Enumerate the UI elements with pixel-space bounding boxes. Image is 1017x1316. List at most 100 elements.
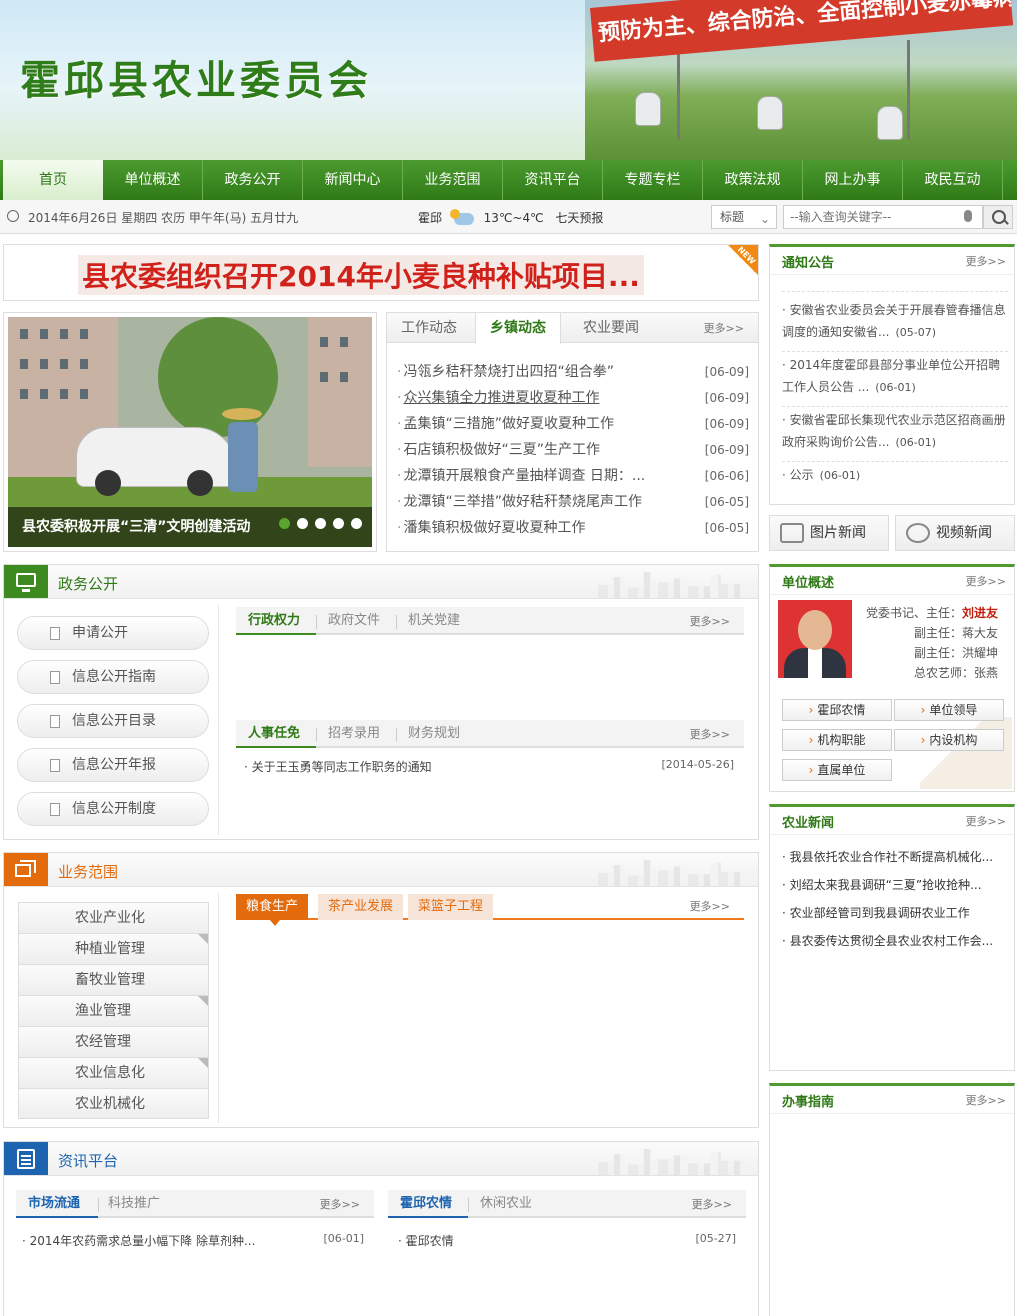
guide-more-link[interactable]: 更多>> [966, 1092, 1006, 1108]
forecast-link[interactable]: 七天预报 [555, 211, 603, 225]
leader-row: 党委书记、主任：刘进友 [865, 606, 998, 620]
microphone-icon[interactable] [964, 210, 972, 222]
farm-worker [635, 92, 661, 126]
tab-grain-production[interactable]: 粮食生产 [236, 894, 309, 920]
agri-more-link[interactable]: 更多>> [692, 1196, 732, 1212]
list-item[interactable]: · 2014年农药需求总量小幅下降 除草剂种... [06-01] [22, 1232, 364, 1249]
nav-info-platform[interactable]: 资讯平台 [503, 160, 603, 200]
news-item[interactable]: · 潘集镇积极做好夏收夏种工作 [06-05] [397, 515, 749, 541]
slide-dot[interactable] [297, 518, 308, 529]
tab-town-news[interactable]: 乡镇动态 [475, 313, 561, 344]
leader-portrait [778, 600, 852, 678]
tab-appointments[interactable]: 人事任免 [248, 720, 300, 748]
disclosure-catalog-button[interactable]: 信息公开目录 [17, 704, 209, 738]
video-news-button[interactable]: 视频新闻 [895, 515, 1015, 551]
weather-city: 霍邱 [418, 211, 443, 225]
notice-item[interactable]: · 公示 (06-01) [782, 464, 1012, 487]
panel-header: 政务公开 [4, 565, 758, 599]
nav-topics[interactable]: 专题专栏 [603, 160, 703, 200]
news-item[interactable]: · 众兴集镇全力推进夏收夏种工作 [06-09] [397, 385, 749, 411]
unit-more-link[interactable]: 更多>> [966, 573, 1006, 589]
news-item[interactable]: · 我县依托农业合作社不断提高机械化... [782, 848, 1007, 865]
tab-market[interactable]: 市场流通 [28, 1190, 80, 1218]
main-nav: 首页 单位概述 政务公开 新闻中心 业务范围 资讯平台 专题专栏 政策法规 网上… [0, 160, 1017, 200]
news-item[interactable]: · 龙潭镇开展粮食产量抽样调查 日期：... [06-06] [397, 463, 749, 489]
gov-more-link-2[interactable]: 更多>> [690, 726, 730, 742]
list-item[interactable]: · 关于王玉勇等同志工作职务的通知 [2014-05-26] [244, 758, 734, 775]
menu-planting[interactable]: 种植业管理 [18, 933, 209, 964]
tab-finance[interactable]: 财务规划 [408, 720, 460, 748]
nav-news-center[interactable]: 新闻中心 [303, 160, 403, 200]
nav-policy[interactable]: 政策法规 [703, 160, 803, 200]
photo-news-button[interactable]: 图片新闻 [769, 515, 889, 551]
menu-fishery[interactable]: 渔业管理 [18, 995, 209, 1026]
nav-gov-affairs[interactable]: 政务公开 [203, 160, 303, 200]
slide-dot[interactable] [279, 518, 290, 529]
tab-party-building[interactable]: 机关党建 [408, 607, 460, 635]
tab-recruitment[interactable]: 招考录用 [328, 720, 380, 748]
news-more-link[interactable]: 更多>> [704, 320, 744, 336]
document-icon [50, 671, 60, 684]
tab-vegetable-basket[interactable]: 菜篮子工程 [408, 894, 494, 920]
headline-text[interactable]: 县农委组织召开2014年小麦良种补贴项目... [78, 255, 644, 295]
search-button[interactable] [983, 205, 1013, 229]
notice-box: 通知公告 更多>> · 安徽省农业委员会关于开展春管春播信息调度的通知安徽省..… [769, 244, 1015, 505]
slide-dot[interactable] [315, 518, 326, 529]
link-internal-org[interactable]: › 内设机构 [894, 729, 1004, 751]
windows-icon [4, 853, 48, 886]
menu-agri-informatization[interactable]: 农业信息化 [18, 1057, 209, 1088]
notice-item[interactable]: · 2014年度霍邱县部分事业单位公开招聘工作人员公告 ... (06-01) [782, 354, 1012, 399]
site-header: 预防为主、综合防治、全面控制小麦赤霉病发生。 霍邱县农业委员会 [0, 0, 1017, 160]
tab-admin-power[interactable]: 行政权力 [248, 607, 300, 635]
disclosure-guide-button[interactable]: 信息公开指南 [17, 660, 209, 694]
news-item[interactable]: · 石店镇积极做好“三夏”生产工作 [06-09] [397, 437, 749, 463]
tab-huoqiu-agri[interactable]: 霍邱农情 [400, 1190, 452, 1218]
news-item[interactable]: · 县农委传达贯彻全县农业农村工作会... [782, 932, 1007, 949]
search-input[interactable] [783, 205, 983, 229]
news-item[interactable]: · 农业部经管司到我县调研农业工作 [782, 904, 1007, 921]
link-functions[interactable]: › 机构职能 [782, 729, 892, 751]
news-tabbar: 工作动态 乡镇动态 农业要闻 更多>> [387, 313, 758, 344]
menu-livestock[interactable]: 畜牧业管理 [18, 964, 209, 995]
news-item[interactable]: · 孟集镇“三措施”做好夏收夏种工作 [06-09] [397, 411, 749, 437]
link-affiliated-units[interactable]: › 直属单位 [782, 759, 892, 781]
chevron-down-icon: ⌄ [759, 212, 770, 226]
news-item[interactable]: · 龙潭镇“三举措”做好秸秆禁烧尾声工作 [06-05] [397, 489, 749, 515]
notice-more-link[interactable]: 更多>> [966, 253, 1006, 269]
list-item[interactable]: · 霍邱农情 [05-27] [398, 1232, 736, 1249]
slide-dot[interactable] [333, 518, 344, 529]
nav-home[interactable]: 首页 [3, 160, 103, 200]
link-unit-leaders[interactable]: › 单位领导 [894, 699, 1004, 721]
photo-slideshow: 县农委积极开展“三清”文明创建活动 [3, 312, 377, 552]
disclosure-annual-report-button[interactable]: 信息公开年报 [17, 748, 209, 782]
nav-business[interactable]: 业务范围 [403, 160, 503, 200]
tab-tea-industry[interactable]: 茶产业发展 [318, 894, 404, 920]
nav-unit-overview[interactable]: 单位概述 [103, 160, 203, 200]
search-type-select[interactable]: 标题 ⌄ [711, 205, 777, 229]
menu-agri-economy[interactable]: 农经管理 [18, 1026, 209, 1057]
news-item[interactable]: · 冯瓴乡秸秆禁烧打出四招“组合拳” [06-09] [397, 359, 749, 385]
nav-interaction[interactable]: 政民互动 [903, 160, 1003, 200]
headline-banner[interactable]: 县农委组织召开2014年小麦良种补贴项目... NEW [3, 244, 759, 301]
tab-gov-docs[interactable]: 政府文件 [328, 607, 380, 635]
tab-leisure-agri[interactable]: 休闲农业 [480, 1190, 532, 1218]
slide-image[interactable]: 县农委积极开展“三清”文明创建活动 [8, 317, 372, 547]
nav-online-service[interactable]: 网上办事 [803, 160, 903, 200]
menu-agri-mechanization[interactable]: 农业机械化 [18, 1088, 209, 1119]
menu-agri-industrialization[interactable]: 农业产业化 [18, 902, 209, 933]
slide-dot[interactable] [351, 518, 362, 529]
apply-disclosure-button[interactable]: 申请公开 [17, 616, 209, 650]
news-item[interactable]: · 刘绍太来我县调研“三夏”抢收抢种... [782, 876, 1007, 893]
business-more-link[interactable]: 更多>> [690, 898, 730, 914]
tab-tech-promotion[interactable]: 科技推广 [108, 1190, 160, 1218]
notice-item[interactable]: · 安徽省霍邱长集现代农业示范区招商画册政府采购询价公告... (06-01) [782, 409, 1012, 454]
link-huoqiu-agri[interactable]: › 霍邱农情 [782, 699, 892, 721]
notice-item[interactable]: · 安徽省农业委员会关于开展春管春播信息调度的通知安徽省... (05-07) [782, 299, 1012, 344]
box-header: 单位概述 更多>> [770, 567, 1014, 595]
tab-work-news[interactable]: 工作动态 [387, 313, 471, 343]
gov-more-link-1[interactable]: 更多>> [690, 613, 730, 629]
disclosure-rules-button[interactable]: 信息公开制度 [17, 792, 209, 826]
tab-agri-news[interactable]: 农业要闻 [569, 313, 653, 343]
market-more-link[interactable]: 更多>> [320, 1196, 360, 1212]
agri-news-more-link[interactable]: 更多>> [966, 813, 1006, 829]
